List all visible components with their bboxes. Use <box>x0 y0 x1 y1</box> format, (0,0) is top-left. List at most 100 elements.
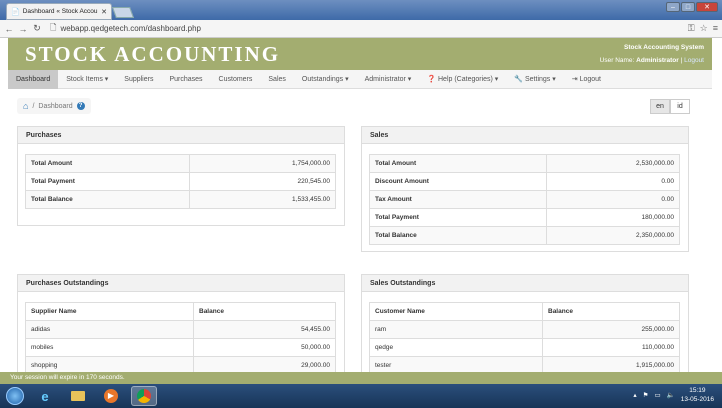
clock[interactable]: 15:19 13-05-2016 <box>681 386 714 404</box>
start-button[interactable] <box>6 387 24 405</box>
nav-suppliers[interactable]: Suppliers <box>116 70 161 89</box>
nav-dashboard[interactable]: Dashboard <box>8 69 59 89</box>
breadcrumb-current: Dashboard <box>38 102 73 110</box>
lang-id-button[interactable]: id <box>670 99 690 114</box>
page-icon: 📄 <box>11 8 20 16</box>
network-icon[interactable]: ▭ <box>655 391 661 399</box>
row-label: Total Amount <box>25 154 190 173</box>
nav-logout[interactable]: ⇥ Logout <box>564 70 609 89</box>
row-name: adidas <box>25 320 194 339</box>
table-row: Total Amount 1,754,000.00 <box>25 154 337 173</box>
menu-icon[interactable]: ≡ <box>713 23 718 34</box>
maximize-button[interactable]: □ <box>681 2 695 12</box>
main-navbar: Dashboard Stock Items ▾ Suppliers Purcha… <box>8 69 712 89</box>
user-label: User Name: <box>599 57 635 64</box>
lang-en-button[interactable]: en <box>650 99 670 114</box>
nav-help[interactable]: ❓ Help (Categories) ▾ <box>419 70 506 89</box>
nav-sales[interactable]: Sales <box>260 70 294 89</box>
purchases-outstandings-title: Purchases Outstandings <box>18 275 344 292</box>
user-name: Administrator <box>636 57 679 64</box>
home-icon[interactable]: ⌂ <box>23 101 28 111</box>
new-tab-button[interactable] <box>111 7 135 18</box>
address-bar: ← → ↻ 🗋 webapp.qedgetech.com/dashboard.p… <box>0 20 722 38</box>
table-row: mobiles 50,000.00 <box>25 338 336 357</box>
system-tray: ▴ ⚑ ▭ 🔈 15:19 13-05-2016 <box>633 386 714 404</box>
row-label: Total Balance <box>25 190 190 209</box>
row-label: Total Payment <box>25 172 190 191</box>
header-logout-link[interactable]: Logout <box>684 57 704 64</box>
bookmark-star-icon[interactable]: ☆ <box>700 23 708 34</box>
row-value: 1,754,000.00 <box>188 154 337 173</box>
nav-outstandings[interactable]: Outstandings ▾ <box>294 70 357 89</box>
volume-icon[interactable]: 🔈 <box>667 391 675 399</box>
row-name: ram <box>369 320 543 339</box>
system-name: Stock Accounting System <box>624 44 704 51</box>
row-label: Total Payment <box>369 208 547 227</box>
nav-logout-label: Logout <box>579 75 602 83</box>
logout-icon: ⇥ <box>571 75 578 83</box>
forward-icon[interactable]: → <box>18 24 28 34</box>
row-value: 2,530,000.00 <box>545 154 681 173</box>
nav-settings[interactable]: 🔧 Settings ▾ <box>506 70 563 89</box>
flag-icon[interactable]: ⚑ <box>643 391 649 399</box>
row-name: qedge <box>369 338 543 357</box>
row-value: 180,000.00 <box>545 208 681 227</box>
close-window-button[interactable]: ✕ <box>696 2 718 12</box>
brand-title: STOCK ACCOUNTING <box>25 42 281 66</box>
reload-icon[interactable]: ↻ <box>32 23 42 34</box>
back-icon[interactable]: ← <box>4 24 14 34</box>
nav-help-label: Help (Categories) ▾ <box>438 75 499 83</box>
table-row: ram 255,000.00 <box>369 320 680 339</box>
folder-icon <box>71 391 85 401</box>
row-label: Total Balance <box>369 226 547 245</box>
purchases-outstandings-table: Supplier Name Balance adidas 54,455.00 mob… <box>25 302 336 375</box>
key-icon[interactable]: ⚿ <box>688 23 695 34</box>
breadcrumb: ⌂ / Dashboard ? <box>17 98 91 114</box>
explorer-taskbar-button[interactable] <box>65 386 91 406</box>
table-row: Total Payment 180,000.00 <box>369 208 681 227</box>
session-timeout-bar: Your session will expire in 170 seconds. <box>0 372 722 384</box>
sales-panel-title: Sales <box>362 127 688 144</box>
row-value: 0.00 <box>545 172 681 191</box>
column-header: Balance <box>193 302 336 321</box>
browser-titlebar: 📄 Dashboard « Stock Accou ✕ – □ ✕ <box>0 0 722 20</box>
url-text: webapp.qedgetech.com/dashboard.php <box>60 24 201 33</box>
media-player-taskbar-button[interactable]: ▶ <box>98 386 124 406</box>
table-row: Discount Amount 0.00 <box>369 172 681 191</box>
url-field[interactable]: 🗋 webapp.qedgetech.com/dashboard.php <box>46 22 684 36</box>
breadcrumb-separator: / <box>32 102 35 110</box>
chrome-icon <box>137 389 151 403</box>
row-label: Tax Amount <box>369 190 547 209</box>
row-name: mobiles <box>25 338 194 357</box>
row-value: 1,533,455.00 <box>188 190 337 209</box>
table-row: Total Amount 2,530,000.00 <box>369 154 681 173</box>
nav-purchases[interactable]: Purchases <box>161 70 210 89</box>
minimize-button[interactable]: – <box>666 2 680 12</box>
clock-date: 13-05-2016 <box>680 396 714 403</box>
close-tab-icon[interactable]: ✕ <box>101 8 107 16</box>
play-icon: ▶ <box>104 389 118 403</box>
help-icon: ❓ <box>427 75 437 83</box>
sales-table: Total Amount 2,530,000.00 Discount Amount… <box>369 154 681 245</box>
table-row: adidas 54,455.00 <box>25 320 336 339</box>
column-header: Supplier Name <box>25 302 194 321</box>
nav-customers[interactable]: Customers <box>211 70 261 89</box>
chrome-taskbar-button[interactable] <box>131 386 157 406</box>
nav-settings-label: Settings ▾ <box>525 75 556 83</box>
nav-administrator[interactable]: Administrator ▾ <box>357 70 420 89</box>
tray-arrow-icon[interactable]: ▴ <box>633 391 636 399</box>
row-value: 255,000.00 <box>542 320 680 339</box>
sales-outstandings-table: Customer Name Balance ram 255,000.00 qedge… <box>369 302 680 375</box>
ie-taskbar-button[interactable]: e <box>32 386 58 406</box>
row-value: 220,545.00 <box>188 172 337 191</box>
table-row: qedge 110,000.00 <box>369 338 680 357</box>
purchases-table: Total Amount 1,754,000.00 Total Payment 22… <box>25 154 337 209</box>
page-info-icon[interactable]: 🗋 <box>50 22 56 36</box>
row-value: 50,000.00 <box>193 338 336 357</box>
purchases-panel-title: Purchases <box>18 127 344 144</box>
app-header: STOCK ACCOUNTING Stock Accounting System… <box>8 38 712 70</box>
browser-tab[interactable]: 📄 Dashboard « Stock Accou ✕ <box>6 3 112 20</box>
help-circle-icon[interactable]: ? <box>76 102 85 110</box>
table-header-row: Customer Name Balance <box>369 302 680 321</box>
nav-stock-items[interactable]: Stock Items ▾ <box>58 70 116 89</box>
